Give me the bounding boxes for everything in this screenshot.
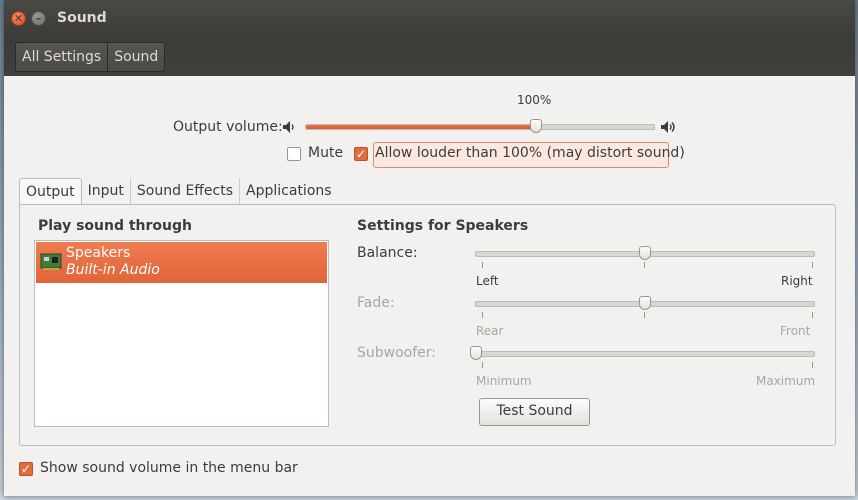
list-item[interactable]: Speakers Built-in Audio [36, 242, 327, 283]
balance-tick-left [482, 262, 483, 268]
fade-rear-label: Rear [476, 324, 504, 338]
balance-tick-right [812, 262, 813, 268]
play-through-heading: Play sound through [38, 218, 192, 234]
tab-input[interactable]: Input [82, 178, 131, 205]
mute-label: Mute [308, 145, 344, 161]
output-volume-handle[interactable] [529, 119, 542, 133]
minimize-icon[interactable]: – [31, 11, 46, 26]
allow-louder-checkbox[interactable]: ✓ [354, 147, 368, 161]
breadcrumb: All Settings Sound [15, 42, 166, 72]
titlebar: ✕ – Sound [4, 0, 855, 37]
tab-applications[interactable]: Applications [240, 178, 338, 205]
balance-slider[interactable] [475, 246, 815, 260]
sound-card-icon [40, 253, 62, 270]
subwoofer-handle[interactable] [470, 346, 482, 360]
menu-bar-volume-checkbox[interactable]: ✓ [19, 462, 33, 476]
window-title: Sound [57, 10, 107, 26]
output-volume-slider[interactable] [305, 119, 655, 133]
test-sound-button[interactable]: Test Sound [479, 398, 590, 426]
sound-settings-window: ✕ – Sound All Settings Sound 100% Output… [4, 0, 855, 496]
subwoofer-max-label: Maximum [756, 374, 816, 388]
balance-tick-center [644, 262, 645, 268]
subwoofer-tick-left [482, 362, 483, 368]
device-name: Speakers [66, 245, 131, 261]
breadcrumb-all-settings[interactable]: All Settings [16, 43, 109, 71]
volume-low-icon [283, 121, 294, 133]
balance-handle[interactable] [639, 246, 651, 260]
subwoofer-label: Subwoofer: [357, 345, 436, 361]
output-volume-label: Output volume: [173, 119, 283, 135]
subwoofer-min-label: Minimum [476, 374, 532, 388]
fade-label: Fade: [357, 295, 395, 311]
mute-checkbox[interactable] [287, 147, 301, 161]
fade-tick-right [812, 312, 813, 318]
fade-handle[interactable] [639, 296, 651, 310]
balance-label: Balance: [357, 245, 418, 261]
output-volume-fill [306, 125, 536, 129]
fade-front-label: Front [780, 324, 811, 338]
close-icon[interactable]: ✕ [11, 11, 26, 26]
device-description: Built-in Audio [66, 262, 160, 278]
menu-bar-volume-label: Show sound volume in the menu bar [40, 460, 298, 476]
fade-tick-left [482, 312, 483, 318]
breadcrumb-sound[interactable]: Sound [108, 43, 164, 71]
settings-heading: Settings for Speakers [357, 218, 529, 234]
volume-high-icon [661, 121, 675, 133]
tab-bar: Output Input Sound Effects Applications [19, 178, 338, 205]
toolbar: All Settings Sound [4, 37, 855, 76]
tab-output[interactable]: Output [19, 178, 82, 205]
balance-right-label: Right [781, 274, 813, 288]
subwoofer-slider[interactable] [470, 346, 815, 360]
volume-percent-label: 100% [517, 93, 552, 107]
tab-sound-effects[interactable]: Sound Effects [131, 178, 241, 205]
allow-louder-label: Allow louder than 100% (may distort soun… [375, 145, 685, 161]
fade-tick-center [644, 312, 645, 318]
fade-slider[interactable] [475, 296, 815, 310]
subwoofer-tick-right [812, 362, 813, 368]
balance-left-label: Left [476, 274, 499, 288]
output-device-list[interactable]: Speakers Built-in Audio [34, 240, 329, 427]
